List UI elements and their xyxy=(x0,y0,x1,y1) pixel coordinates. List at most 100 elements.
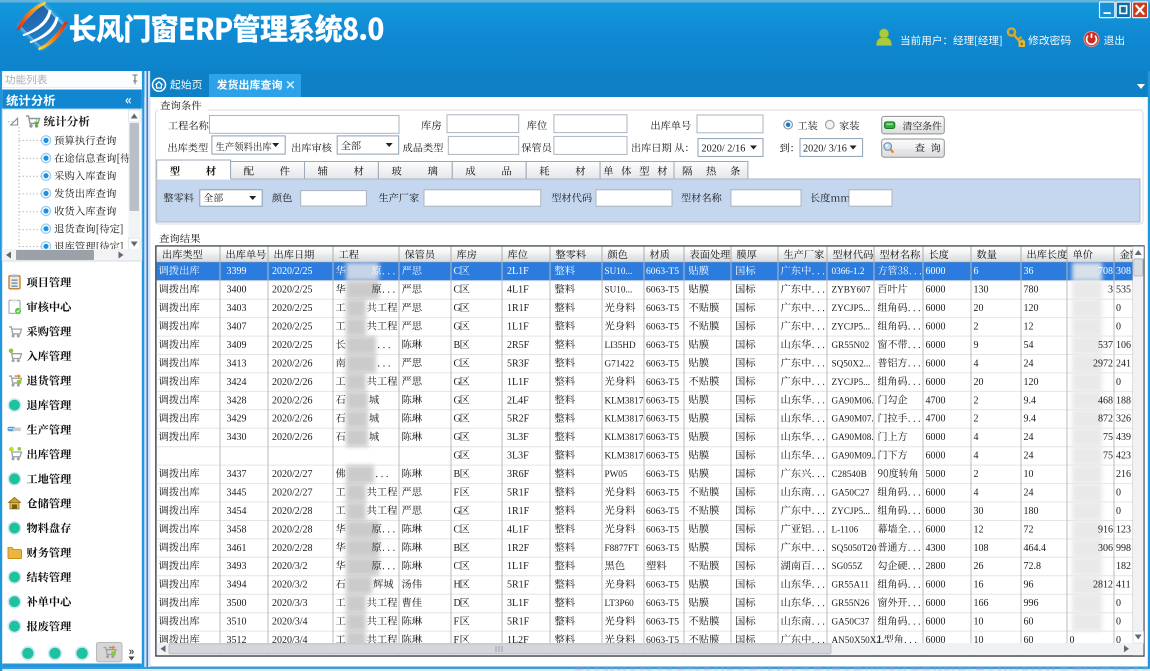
svg-text:GA90M09..: GA90M09.. xyxy=(832,451,876,461)
svg-text:30: 30 xyxy=(974,506,984,517)
svg-text:20: 20 xyxy=(974,377,984,388)
svg-text:2020/2/26: 2020/2/26 xyxy=(272,377,313,388)
svg-text:GA50C27: GA50C27 xyxy=(832,488,870,498)
svg-text:24: 24 xyxy=(1024,488,1034,499)
svg-text:GA50C37: GA50C37 xyxy=(832,617,870,627)
svg-text:B: B xyxy=(454,340,461,351)
svg-text:GR55N02: GR55N02 xyxy=(832,340,870,350)
svg-text:6063-T5: 6063-T5 xyxy=(646,432,679,443)
svg-text:6000: 6000 xyxy=(926,580,946,591)
svg-text:996: 996 xyxy=(1024,598,1039,609)
svg-text:3407: 3407 xyxy=(227,322,247,333)
svg-text:2020/2/28: 2020/2/28 xyxy=(272,524,313,535)
svg-text:D: D xyxy=(454,598,461,609)
svg-text:G: G xyxy=(454,395,461,406)
svg-text:2020/2/25: 2020/2/25 xyxy=(272,340,313,351)
svg-text:60: 60 xyxy=(1024,617,1034,628)
svg-text:5000: 5000 xyxy=(926,469,946,480)
svg-text:2L4F: 2L4F xyxy=(507,395,529,406)
svg-text:G71422: G71422 xyxy=(605,358,635,368)
svg-text:2R5F: 2R5F xyxy=(507,340,530,351)
svg-text:75: 75 xyxy=(1103,451,1113,462)
svg-text:G: G xyxy=(454,377,461,388)
svg-text:4: 4 xyxy=(974,488,979,499)
svg-text:0: 0 xyxy=(1116,617,1121,628)
svg-text:SU10...: SU10... xyxy=(605,266,633,276)
svg-text:4700: 4700 xyxy=(926,395,946,406)
svg-text:H: H xyxy=(454,580,461,591)
svg-text:G: G xyxy=(454,451,461,462)
svg-text:ZYCJP5...: ZYCJP5... xyxy=(832,506,871,516)
svg-text:6000: 6000 xyxy=(926,340,946,351)
svg-text:1R1F: 1R1F xyxy=(507,303,530,314)
svg-text:3454: 3454 xyxy=(227,506,247,517)
svg-text:LI35HD: LI35HD xyxy=(605,340,636,350)
svg-text:ZYCJP5...: ZYCJP5... xyxy=(832,322,871,332)
svg-text:0: 0 xyxy=(1116,506,1121,517)
svg-text:998: 998 xyxy=(1116,543,1131,554)
svg-text:9.4: 9.4 xyxy=(1024,414,1037,425)
svg-text:2020/ 3/16: 2020/ 3/16 xyxy=(803,143,847,154)
svg-text:6063-T5: 6063-T5 xyxy=(646,488,679,499)
svg-text:188: 188 xyxy=(1116,395,1131,406)
svg-text:B: B xyxy=(454,469,461,480)
svg-text:2812: 2812 xyxy=(1093,580,1113,591)
svg-text:6000: 6000 xyxy=(926,451,946,462)
svg-text:2: 2 xyxy=(974,395,979,406)
svg-text:4: 4 xyxy=(974,358,979,369)
svg-text:6063-T5: 6063-T5 xyxy=(646,322,679,333)
svg-text:439: 439 xyxy=(1116,432,1131,443)
svg-text:6063-T5: 6063-T5 xyxy=(646,285,679,296)
svg-text:916: 916 xyxy=(1098,524,1113,535)
svg-text:6000: 6000 xyxy=(926,432,946,443)
svg-text:2L1F: 2L1F xyxy=(507,266,529,277)
svg-text:4: 4 xyxy=(974,451,979,462)
svg-text:3L1F: 3L1F xyxy=(507,598,529,609)
svg-text:1R1F: 1R1F xyxy=(507,506,530,517)
svg-text:2020/2/26: 2020/2/26 xyxy=(272,358,313,369)
svg-text:537: 537 xyxy=(1098,340,1113,351)
svg-text:F8877FT: F8877FT xyxy=(605,543,640,553)
svg-text:9.4: 9.4 xyxy=(1024,395,1037,406)
svg-text:2: 2 xyxy=(974,469,979,480)
svg-text:2800: 2800 xyxy=(926,561,946,572)
svg-text:708: 708 xyxy=(1098,266,1113,277)
svg-text:1L1F: 1L1F xyxy=(507,561,529,572)
svg-text:24: 24 xyxy=(1024,451,1034,462)
svg-text:3424: 3424 xyxy=(227,377,247,388)
svg-text:C: C xyxy=(454,524,461,535)
svg-text:6000: 6000 xyxy=(926,598,946,609)
svg-text:9: 9 xyxy=(974,340,979,351)
svg-text:6063-T5: 6063-T5 xyxy=(646,506,679,517)
svg-text:6063-T5: 6063-T5 xyxy=(646,598,679,609)
svg-text:2020/2/25: 2020/2/25 xyxy=(272,322,313,333)
svg-text:2020/3/2: 2020/3/2 xyxy=(272,580,308,591)
svg-text:SU10...: SU10... xyxy=(605,285,633,295)
svg-text:F: F xyxy=(454,617,460,628)
svg-text:3413: 3413 xyxy=(227,358,247,369)
svg-text:326: 326 xyxy=(1116,414,1131,425)
svg-text:3510: 3510 xyxy=(227,617,247,628)
svg-text:120: 120 xyxy=(1024,303,1039,314)
svg-text:0: 0 xyxy=(1116,598,1121,609)
svg-text:106: 106 xyxy=(1116,340,1131,351)
svg-text:3399: 3399 xyxy=(227,266,247,277)
svg-text:130: 130 xyxy=(974,285,989,296)
svg-text:3L3F: 3L3F xyxy=(507,432,529,443)
svg-text:C: C xyxy=(454,561,461,572)
svg-text:GA90M06.: GA90M06. xyxy=(832,395,874,405)
svg-text:75: 75 xyxy=(1103,432,1113,443)
svg-text:10: 10 xyxy=(974,617,984,628)
svg-text:6063-T5: 6063-T5 xyxy=(646,617,679,628)
svg-text:423: 423 xyxy=(1116,451,1131,462)
svg-text:2020/3/3: 2020/3/3 xyxy=(272,598,308,609)
svg-text:1L1F: 1L1F xyxy=(507,322,529,333)
svg-text:6: 6 xyxy=(974,266,979,277)
svg-text:2: 2 xyxy=(974,414,979,425)
svg-text:6063-T5: 6063-T5 xyxy=(646,303,679,314)
svg-text:GR55A11: GR55A11 xyxy=(832,580,870,590)
svg-text:L-1106: L-1106 xyxy=(832,524,859,534)
svg-text:96: 96 xyxy=(1024,580,1034,591)
svg-text:308: 308 xyxy=(1116,266,1131,277)
svg-text:3428: 3428 xyxy=(227,395,247,406)
